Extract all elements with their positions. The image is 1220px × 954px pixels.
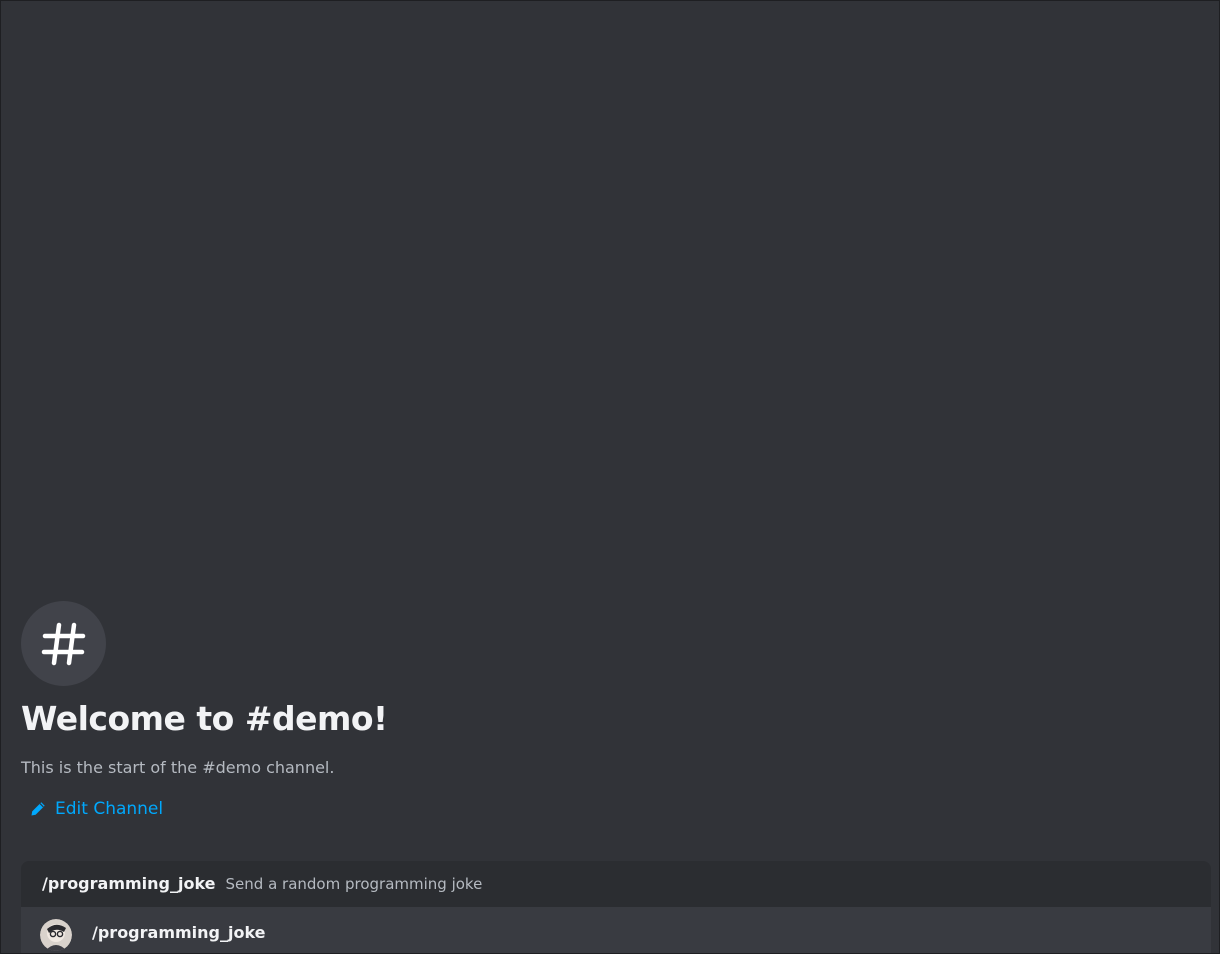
bot-avatar [40, 919, 72, 951]
command-description: Send a random programming joke [225, 874, 483, 893]
command-name: /programming_joke [42, 874, 216, 893]
welcome-subtitle: This is the start of the #demo channel. [21, 758, 335, 777]
channel-hashtag-icon [21, 601, 106, 686]
command-option-label: /programming_joke [92, 923, 266, 942]
command-option-item[interactable]: /programming_joke [21, 907, 1211, 953]
edit-channel-button[interactable]: Edit Channel [29, 799, 163, 819]
slash-command-popup: /programming_joke Send a random programm… [21, 861, 1211, 953]
chat-area: Welcome to #demo! This is the start of t… [0, 0, 1220, 954]
hashtag-icon [41, 622, 85, 665]
command-header: /programming_joke Send a random programm… [21, 861, 1211, 906]
welcome-title: Welcome to #demo! [21, 699, 388, 738]
edit-channel-label: Edit Channel [55, 799, 164, 819]
pencil-icon [29, 800, 47, 818]
